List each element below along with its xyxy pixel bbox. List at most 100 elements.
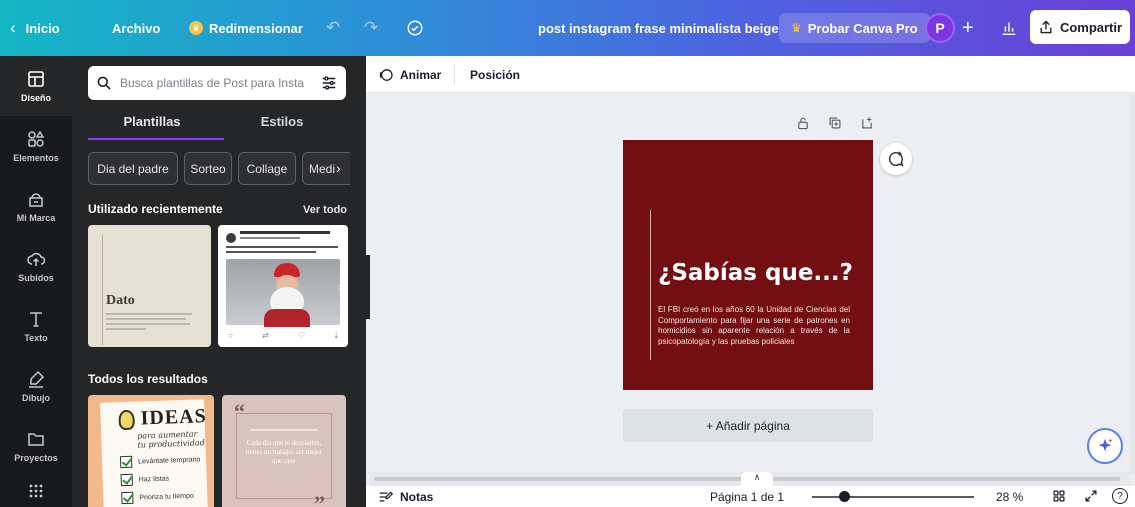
apps-grid-icon xyxy=(29,484,43,498)
share-button[interactable]: Compartir xyxy=(1030,10,1130,44)
brand-icon xyxy=(29,193,43,207)
chip-fathers-day[interactable]: Dia del padre xyxy=(88,152,178,185)
chip-media[interactable]: Medi xyxy=(302,152,350,185)
ideas-item-label: Prioriza tu tiempo xyxy=(139,492,194,502)
shapes-icon xyxy=(28,130,45,147)
notes-label: Notas xyxy=(400,489,434,504)
editor-toolbar: Animar Posición xyxy=(366,56,1135,93)
page-indicator[interactable]: Página 1 de 1 xyxy=(710,486,784,507)
rail-label: Elementos xyxy=(13,153,59,163)
category-chips: Dia del padre Sorteo Collage Medi xyxy=(88,152,350,186)
page-tools xyxy=(796,116,874,130)
redo-button[interactable]: ↷ xyxy=(364,0,378,56)
zoom-slider[interactable] xyxy=(812,496,974,498)
checkbox-icon xyxy=(120,473,133,487)
search-icon xyxy=(97,76,111,90)
tab-templates[interactable]: Plantillas xyxy=(88,114,216,129)
cloud-check-icon xyxy=(407,20,423,36)
tweet-text-line xyxy=(226,251,316,253)
folder-icon xyxy=(28,433,44,446)
animate-label: Animar xyxy=(400,67,442,82)
tab-styles[interactable]: Estilos xyxy=(218,114,346,129)
left-icon-rail: Diseño Elementos Mi Marca Subidos Texto … xyxy=(0,56,72,507)
rail-item-text[interactable]: Texto xyxy=(0,296,72,356)
active-tab-indicator xyxy=(88,138,224,140)
resize-button[interactable]: ♛ Redimensionar xyxy=(189,0,303,56)
try-pro-label: Probar Canva Pro xyxy=(807,20,918,36)
add-comment-button[interactable] xyxy=(880,143,912,175)
rail-item-elements[interactable]: Elementos xyxy=(0,116,72,176)
notes-button[interactable]: Notas xyxy=(378,486,433,507)
chevron-right-icon[interactable]: › xyxy=(338,280,342,294)
rail-item-apps[interactable] xyxy=(0,461,72,507)
file-menu-button[interactable]: Archivo xyxy=(112,0,160,56)
thumb-title: Dato xyxy=(106,293,135,308)
thumb-divider xyxy=(102,235,103,345)
animate-button[interactable]: Animar xyxy=(378,56,441,93)
redo-icon: ↷ xyxy=(364,18,379,37)
add-people-button[interactable]: + xyxy=(962,0,974,56)
rail-item-brand[interactable]: Mi Marca xyxy=(0,176,72,236)
layout-icon xyxy=(28,71,44,87)
top-bar: ‹ Inicio Archivo ♛ Redimensionar ↶ ↷ pos… xyxy=(0,0,1135,56)
comment-add-icon xyxy=(888,151,904,167)
lock-icon[interactable] xyxy=(796,116,810,130)
show-pages-button[interactable]: ∧ xyxy=(741,472,773,486)
tweet-text-line xyxy=(226,246,338,248)
ideas-title: IDEAS xyxy=(140,405,208,430)
template-ideas[interactable]: IDEAS para aumentar tu productividad Lev… xyxy=(88,395,214,507)
position-button[interactable]: Posición xyxy=(470,56,520,93)
grid-view-icon[interactable] xyxy=(1052,489,1066,503)
back-home-button[interactable]: ‹ Inicio xyxy=(10,0,60,56)
document-title[interactable]: post instagram frase minimalista beige xyxy=(538,0,779,56)
quote-open-icon: “ xyxy=(234,399,245,424)
checkbox-icon xyxy=(119,455,133,469)
fullscreen-icon[interactable] xyxy=(1084,489,1098,503)
rail-label: Dibujo xyxy=(22,393,50,403)
help-button[interactable]: ? xyxy=(1112,488,1128,504)
crown-icon: ♛ xyxy=(189,21,203,35)
see-all-link[interactable]: Ver todo xyxy=(303,204,347,216)
notebook-paper: IDEAS para aumentar tu productividad Lev… xyxy=(100,399,208,507)
zoom-level[interactable]: 28 % xyxy=(996,486,1023,507)
search-input[interactable]: Busca plantillas de Post para Insta xyxy=(120,76,312,90)
templates-panel: Busca plantillas de Post para Insta Plan… xyxy=(72,56,366,507)
filter-sliders-icon[interactable] xyxy=(320,74,338,92)
add-page-button[interactable]: + Añadir página xyxy=(623,409,873,442)
instagram-post-canvas[interactable]: ​ ¿Sabías que...? El FBI creó en los año… xyxy=(623,140,873,390)
post-headline[interactable]: ¿Sabías que...? xyxy=(658,260,868,286)
duplicate-page-icon[interactable] xyxy=(828,116,842,130)
thumb-text-line xyxy=(106,318,186,320)
notes-icon xyxy=(379,490,394,502)
vertical-scrollbar[interactable] xyxy=(1130,94,1135,474)
rail-item-uploads[interactable]: Subidos xyxy=(0,236,72,296)
chevron-left-icon: ‹ xyxy=(10,18,16,37)
recent-template-dato[interactable]: Dato xyxy=(88,225,211,347)
quote-text: Cada día que te despiertes, tienes un tr… xyxy=(245,439,323,465)
rail-item-design[interactable]: Diseño xyxy=(0,56,72,116)
chip-giveaway[interactable]: Sorteo xyxy=(184,152,232,185)
user-avatar[interactable]: P xyxy=(925,13,955,43)
chevron-right-icon[interactable]: › xyxy=(336,160,341,176)
thumb-text-line xyxy=(106,313,192,315)
undo-icon: ↶ xyxy=(326,18,341,37)
cloud-sync-button[interactable] xyxy=(406,0,424,56)
rail-item-draw[interactable]: Dibujo xyxy=(0,356,72,416)
try-pro-button[interactable]: ♛ Probar Canva Pro xyxy=(779,13,930,43)
draw-icon xyxy=(29,370,45,388)
tweet-handle-line xyxy=(240,237,300,239)
recent-template-tweet[interactable]: ○ ⇄ ♡ ⤓ xyxy=(218,225,348,347)
chip-collage[interactable]: Collage xyxy=(238,152,296,185)
rail-label: Mi Marca xyxy=(16,213,56,223)
magic-assistant-button[interactable] xyxy=(1087,428,1123,464)
post-body-text[interactable]: El FBI creó en los años 60 la Unidad de … xyxy=(658,305,850,347)
avatar xyxy=(226,233,236,243)
insights-button[interactable] xyxy=(1000,0,1018,56)
template-quote[interactable]: “ Cada día que te despiertes, tienes un … xyxy=(222,395,346,507)
share-label: Compartir xyxy=(1059,19,1123,35)
undo-button[interactable]: ↶ xyxy=(326,0,340,56)
add-page-icon[interactable] xyxy=(860,116,874,130)
ideas-subtitle: para aumentar tu productividad xyxy=(137,429,205,450)
template-search[interactable]: Busca plantillas de Post para Insta xyxy=(88,66,346,100)
zoom-slider-knob[interactable] xyxy=(838,491,850,502)
